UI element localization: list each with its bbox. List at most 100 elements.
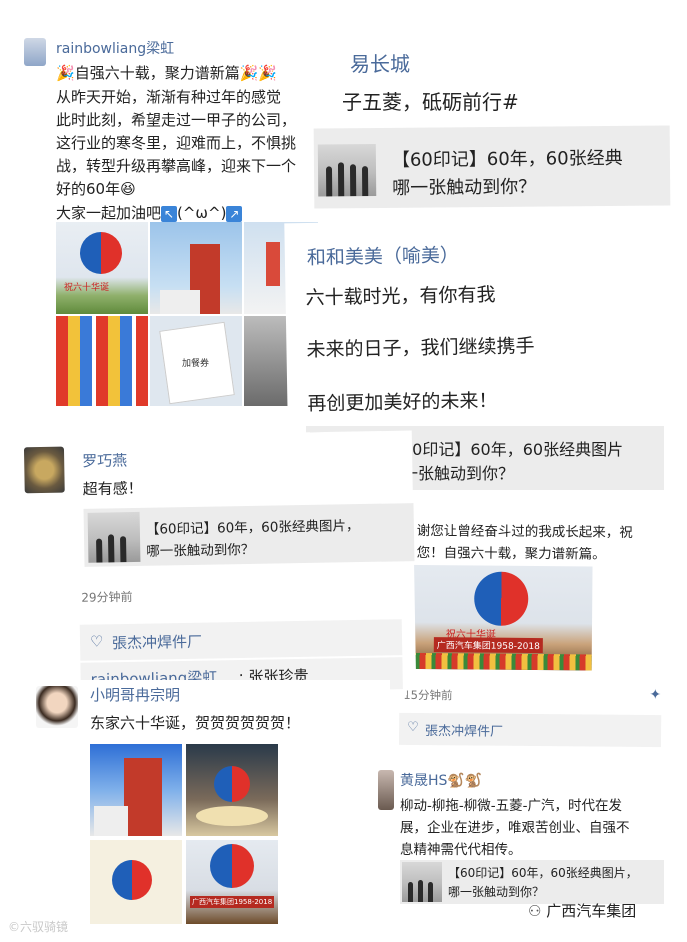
post-card-cheers: 谢您让曾经奋斗过的我成长起来，祝 您！自强六十载，聚力谱新篇。 祝六十华诞 广西… — [396, 496, 670, 758]
banner-pole — [266, 242, 280, 286]
sign-text: 广西汽车集团1958-2018 — [433, 637, 543, 654]
photo-red-building[interactable] — [150, 222, 242, 314]
post-card-changcheng: 易长城 子五菱，砥砺前行# — [308, 36, 670, 140]
more-actions-icon[interactable]: ✦ — [649, 687, 661, 703]
post-text-line-1: 柳动-柳拖-柳微-五菱-广汽，时代在发 — [400, 798, 622, 814]
person-figure — [96, 538, 103, 563]
post-username[interactable]: 黄晟HS — [400, 773, 447, 789]
link-preview-card[interactable]: 【60印记】60年，60张经典图片， 哪一张触动到你？ — [83, 503, 415, 567]
group-logo-icon — [214, 766, 250, 802]
post-username-row: 黄晟HS🐒🐒 — [400, 770, 482, 790]
photo-logo-sign[interactable]: 祝六十华诞 广西汽车集团1958-2018 — [403, 564, 593, 671]
person-figure — [337, 162, 345, 197]
person-figure — [418, 880, 423, 902]
post-text: 大家一起加油吧 — [56, 204, 162, 222]
photo-logo-flowerbed[interactable]: 祝六十华诞 — [56, 222, 148, 314]
post-text-line-3: 息精神需代代相传。 — [400, 842, 522, 858]
photo-night-sign[interactable] — [186, 744, 278, 836]
sign-base — [196, 806, 268, 826]
post-card-rainbowliang: rainbowliang梁虹 🎉自强六十载，聚力谱新篇🎉🎉 从昨天开始，渐渐有种… — [18, 30, 318, 410]
arrow-up-left-icon: ↖ — [161, 205, 178, 222]
link-title: 【60印记】60年，60张经典图片， — [448, 866, 638, 880]
wechat-icon: ⚇ — [528, 902, 542, 920]
post-text-line-5: 战，转型升级再攀高峰，迎来下一个 — [56, 157, 297, 175]
heart-icon: ♡ — [407, 719, 419, 736]
person-figure — [408, 882, 413, 902]
building-shape — [124, 758, 162, 836]
link-title-line2: 哪一张触动到你？ — [146, 541, 255, 560]
post-text: 东家六十华诞，贺贺贺贺贺贺！ — [90, 714, 301, 732]
party-popper-icon: 🎉🎉 — [239, 64, 278, 82]
kaomoji: (^ω^) — [177, 204, 227, 222]
watermark-text: 广西汽车集团 — [546, 902, 637, 920]
link-thumbnail — [402, 862, 442, 902]
link-title-line2: 哪一张触动到你？ — [392, 176, 537, 199]
logo-mark-icon: © — [8, 920, 20, 934]
photo-red-building[interactable] — [90, 744, 182, 836]
group-logo-icon — [80, 232, 122, 274]
photo-logo-sign[interactable]: 广西汽车集团1958-2018 — [186, 840, 278, 924]
group-logo-icon — [474, 571, 529, 626]
post-text-line-2: 您！自强六十载，聚力谱新篇。 — [416, 544, 606, 563]
post-username[interactable]: 罗巧燕 — [82, 450, 127, 472]
post-text-line-1: 🎉自强六十载，聚力谱新篇🎉🎉 — [56, 62, 277, 83]
photo-logo-card[interactable] — [90, 840, 182, 924]
link-title: 【60印记】60年，60张经典图片， — [145, 518, 360, 538]
avatar[interactable] — [23, 446, 65, 494]
post-text: 子五菱，砥砺前行# — [342, 90, 519, 114]
post-text: 好的60年 — [56, 180, 121, 198]
link-title: 【60印记】60年，60张经典图片 — [386, 440, 624, 459]
link-preview-card[interactable]: 【60印记】60年，60张经典 哪一张触动到你？ — [313, 125, 671, 209]
bottom-left-mark: ©六驭骑镜 — [8, 918, 68, 935]
link-thumbnail — [317, 144, 377, 197]
link-title-line2: 哪一张触动到你？ — [448, 885, 545, 899]
avatar[interactable] — [24, 38, 46, 66]
watermark: ⚇ 广西汽车集团 — [528, 900, 636, 921]
group-logo-icon — [210, 844, 254, 888]
banner-text: 祝六十华诞 — [64, 283, 110, 293]
liker-name[interactable]: 張杰冲焊件厂 — [425, 720, 503, 740]
link-preview-card[interactable]: 【60印记】60年，60张经典图片， 哪一张触动到你？ — [400, 860, 664, 904]
post-username[interactable]: 和和美美（喻美） — [307, 240, 459, 270]
person-figure — [349, 164, 357, 197]
avatar[interactable] — [378, 770, 394, 810]
photo-meal-voucher[interactable]: 加餐券 — [150, 316, 242, 406]
sign-text: 广西汽车集团1958-2018 — [190, 896, 275, 908]
flowerbed — [403, 652, 592, 671]
post-timestamp: 29分钟前 — [81, 589, 133, 605]
building-shape — [94, 806, 128, 836]
post-username[interactable]: rainbowliang梁虹 — [56, 38, 174, 58]
post-card-xiaominge: 小明哥冉宗明 东家六十华诞，贺贺贺贺贺贺！ 广西汽车集团1958-2018 — [30, 680, 390, 926]
voucher-text: 加餐券 — [182, 359, 210, 369]
post-text-line-7: 大家一起加油吧 ↖ (^ω^) ↗ — [56, 202, 243, 223]
post-card-hehemeimei: 和和美美（喻美） 六十载时光，有你有我 未来的日子，我们继续携手 再创更加美好的… — [284, 216, 680, 424]
person-figure — [428, 882, 433, 902]
post-username[interactable]: 小明哥冉宗明 — [90, 684, 180, 705]
liker-name[interactable]: 張杰冲焊件厂 — [112, 631, 202, 654]
post-text-line-6: 好的60年😆 — [56, 178, 136, 199]
person-figure — [325, 166, 333, 197]
post-text-line-1: 六十载时光，有你有我 — [305, 283, 496, 310]
post-timestamp: 15分钟前 — [403, 687, 453, 703]
avatar[interactable] — [36, 686, 78, 728]
post-text-line-3: 再创更加美好的未来！ — [307, 389, 498, 416]
link-thumbnail — [87, 511, 141, 563]
party-popper-icon: 🎉 — [56, 64, 75, 82]
heart-icon: ♡ — [89, 632, 104, 651]
person-figure — [361, 166, 369, 197]
post-username[interactable]: 易长城 — [350, 48, 410, 77]
post-text-line-2: 展，企业在进步，唯艰苦创业、自强不 — [400, 820, 630, 836]
group-logo-icon — [112, 860, 152, 900]
post-text-line-1: 谢您让曾经奋斗过的我成长起来，祝 — [416, 522, 633, 541]
post-text-line-2: 从昨天开始，渐渐有种过年的感觉 — [56, 88, 282, 106]
person-figure — [120, 536, 127, 563]
likes-bar: ♡ 張杰冲焊件厂 — [79, 619, 403, 661]
post-card-huangsheng: 黄晟HS🐒🐒 柳动-柳拖-柳微-五菱-广汽，时代在发 展，企业在进步，唯艰苦创业… — [374, 764, 666, 914]
mark-text: 六驭骑镜 — [20, 920, 69, 934]
building-shape — [160, 290, 200, 314]
likes-bar: ♡ 張杰冲焊件厂 — [398, 712, 662, 748]
person-figure — [107, 534, 115, 563]
post-text: 超有感！ — [82, 479, 143, 499]
photo-flags[interactable] — [56, 316, 148, 406]
post-text-line-2: 未来的日子，我们继续携手 — [306, 335, 535, 362]
